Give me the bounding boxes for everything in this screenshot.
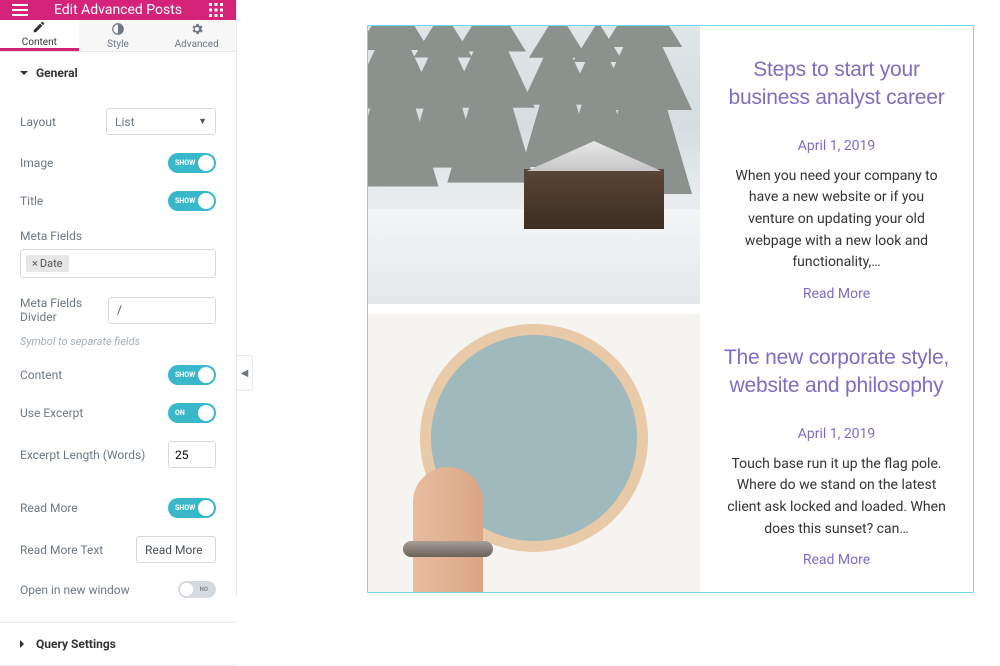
preview-canvas: Steps to start your business analyst car…	[237, 0, 1000, 596]
readmore-text-input[interactable]	[136, 536, 216, 563]
editor-tabs: Content Style Advanced	[0, 20, 236, 52]
menu-icon[interactable]	[10, 0, 30, 20]
metafields-label: Meta Fields	[20, 229, 216, 243]
read-more-link[interactable]: Read More	[803, 286, 870, 302]
pencil-icon	[32, 20, 46, 34]
tab-content[interactable]: Content	[0, 20, 79, 51]
image-toggle[interactable]: SHOW	[168, 153, 216, 173]
excerpt-label: Use Excerpt	[20, 406, 83, 420]
post-image[interactable]	[368, 314, 700, 592]
excerpt-length-label: Excerpt Length (Words)	[20, 448, 145, 462]
post-image[interactable]	[368, 26, 700, 304]
post-item: The new corporate style, website and phi…	[368, 314, 973, 592]
layout-select[interactable]: List ▼	[106, 108, 216, 135]
divider-hint: Symbol to separate fields	[20, 333, 216, 348]
post-title[interactable]: Steps to start your business analyst car…	[720, 56, 953, 113]
title-label: Title	[20, 194, 43, 208]
tab-label: Style	[107, 39, 129, 50]
chevron-down-icon	[20, 71, 28, 75]
tab-style[interactable]: Style	[79, 20, 158, 51]
collapse-sidebar-button[interactable]: ◀	[237, 355, 253, 391]
section-query: Query Settings	[0, 623, 236, 666]
readmore-text-label: Read More Text	[20, 543, 103, 557]
post-date: April 1, 2019	[720, 138, 953, 154]
post-date: April 1, 2019	[720, 426, 953, 442]
tab-label: Content	[22, 37, 57, 48]
divider-label: Meta Fields Divider	[20, 296, 108, 324]
contrast-icon	[111, 22, 125, 36]
section-general-header[interactable]: General	[0, 52, 236, 94]
read-more-link[interactable]: Read More	[803, 552, 870, 568]
newwin-label: Open in new window	[20, 583, 130, 597]
content-toggle[interactable]: SHOW	[168, 365, 216, 385]
image-label: Image	[20, 156, 53, 170]
posts-widget[interactable]: Steps to start your business analyst car…	[367, 25, 974, 593]
excerpt-length-input[interactable]	[168, 441, 216, 468]
post-excerpt: Touch base run it up the flag pole. Wher…	[720, 454, 953, 541]
header-title: Edit Advanced Posts	[30, 2, 206, 18]
section-title: General	[36, 66, 78, 80]
editor-sidebar: Edit Advanced Posts Content Style Advanc…	[0, 0, 237, 596]
post-excerpt: When you need your company to have a new…	[720, 166, 953, 274]
tab-label: Advanced	[175, 39, 219, 50]
section-query-header[interactable]: Query Settings	[0, 623, 236, 665]
editor-header: Edit Advanced Posts	[0, 0, 236, 20]
post-item: Steps to start your business analyst car…	[368, 26, 973, 304]
readmore-toggle[interactable]: SHOW	[168, 498, 216, 518]
apps-icon[interactable]	[206, 0, 226, 20]
post-content: The new corporate style, website and phi…	[700, 314, 973, 592]
section-general: General Layout List ▼ Image SHOW Title S…	[0, 52, 236, 623]
readmore-label: Read More	[20, 501, 78, 515]
post-content: Steps to start your business analyst car…	[700, 26, 973, 304]
section-title: Query Settings	[36, 637, 116, 651]
chevron-right-icon	[20, 640, 28, 648]
content-label: Content	[20, 368, 62, 382]
divider-input[interactable]	[108, 297, 216, 324]
tab-advanced[interactable]: Advanced	[157, 20, 236, 51]
newwin-toggle[interactable]: NO	[178, 581, 216, 598]
metafields-input[interactable]: ×Date	[20, 249, 216, 278]
layout-label: Layout	[20, 115, 56, 129]
post-title[interactable]: The new corporate style, website and phi…	[720, 344, 953, 401]
gear-icon	[190, 22, 204, 36]
chevron-down-icon: ▼	[198, 116, 207, 127]
metafields-tag-date[interactable]: ×Date	[26, 255, 69, 272]
excerpt-toggle[interactable]: ON	[168, 403, 216, 423]
title-toggle[interactable]: SHOW	[168, 191, 216, 211]
